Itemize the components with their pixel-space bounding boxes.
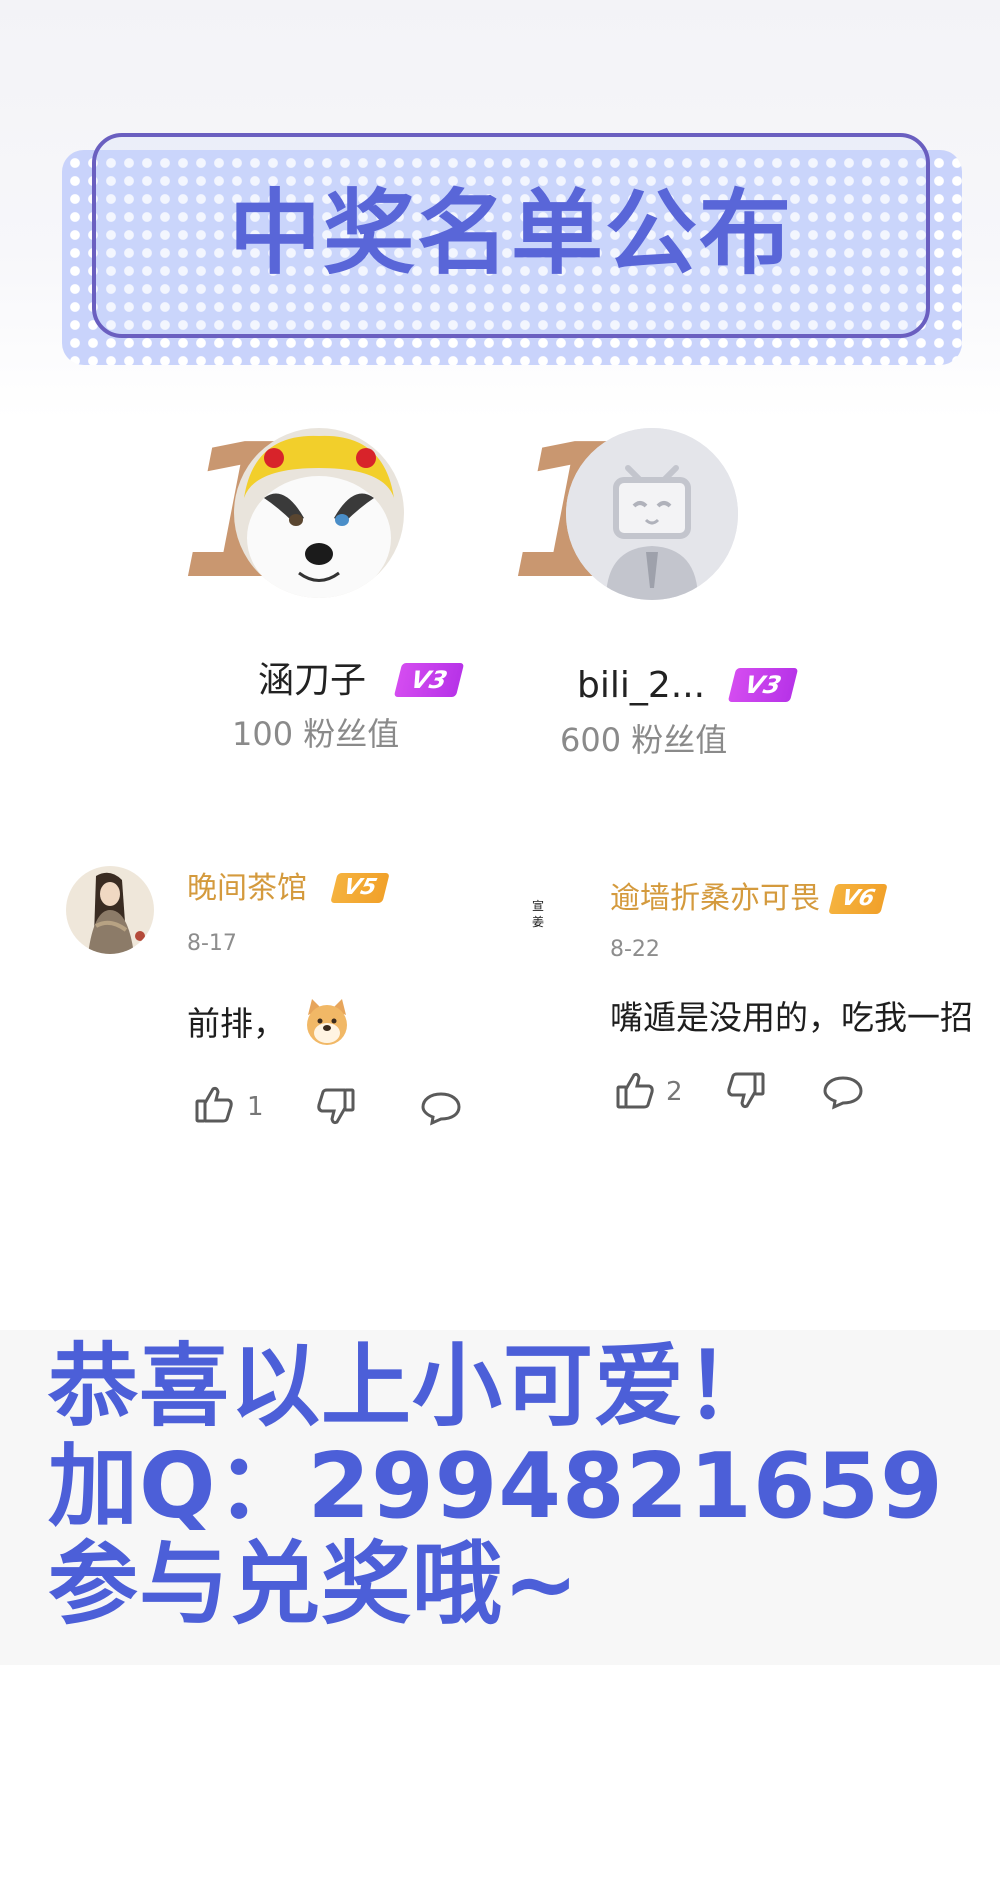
like-count: 1 xyxy=(247,1092,264,1122)
comment-text-content: 前排， xyxy=(187,1004,286,1043)
commenter-name[interactable]: 逾墙折桑亦可畏 xyxy=(610,884,820,914)
level-badge: V3 xyxy=(727,668,799,702)
dislike-icon[interactable] xyxy=(725,1070,767,1116)
level-badge: V3 xyxy=(393,663,465,697)
commenter-avatar[interactable] xyxy=(66,866,154,954)
dislike-icon[interactable] xyxy=(315,1086,357,1132)
winner-name: 涵刀子 xyxy=(258,660,367,701)
reply-icon[interactable] xyxy=(822,1074,864,1114)
comment-text: 前排， xyxy=(187,1007,286,1040)
like-icon[interactable] xyxy=(193,1083,235,1129)
level-badge: V5 xyxy=(330,873,390,903)
footer-congrats: 恭喜以上小可爱！ xyxy=(48,1334,776,1439)
comment-date: 8-17 xyxy=(187,931,237,956)
reply-icon[interactable] xyxy=(420,1090,462,1130)
like-icon[interactable] xyxy=(614,1069,656,1115)
winner-avatar-husky[interactable] xyxy=(234,428,404,598)
comment-text: 嘴遁是没用的，吃我一招 xyxy=(610,998,973,1037)
footer-qq: 加Q：2994821659 xyxy=(48,1434,944,1539)
fans-value: 100 粉丝值 xyxy=(232,715,400,753)
footer-redeem: 参与兑奖哦~ xyxy=(48,1532,580,1637)
comment-date: 8-22 xyxy=(610,937,660,962)
fans-value: 600 粉丝值 xyxy=(560,721,728,759)
doge-emoji-icon xyxy=(302,997,352,1051)
like-count: 2 xyxy=(666,1077,683,1107)
winner-name: bili_2... xyxy=(577,665,706,706)
banner-title: 中奖名单公布 xyxy=(228,180,793,287)
commenter-name[interactable]: 晚间茶馆 xyxy=(187,874,307,904)
side-mark: 姜 xyxy=(531,915,544,929)
winner-avatar-default[interactable] xyxy=(566,428,738,600)
level-badge: V6 xyxy=(828,884,888,914)
side-mark: 宣 xyxy=(531,899,544,913)
